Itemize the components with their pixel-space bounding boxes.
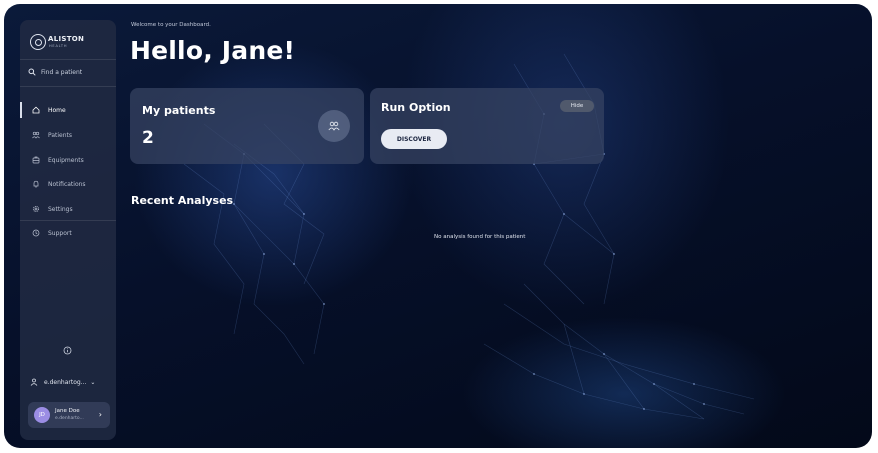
discover-button[interactable]: DISCOVER	[381, 129, 447, 149]
app-window: ALISTON HEALTH Find a patient Home Patie…	[4, 4, 872, 448]
avatar: JD	[34, 407, 50, 423]
sidebar: ALISTON HEALTH Find a patient Home Patie…	[20, 20, 116, 440]
user-name: Jane Doe	[55, 408, 80, 414]
patients-icon	[328, 121, 340, 131]
sidebar-item-settings[interactable]: Settings	[20, 201, 116, 217]
my-patients-card[interactable]: My patients 2	[130, 88, 364, 164]
divider	[20, 86, 116, 87]
account-selector[interactable]: e.denhartog... ⌄	[30, 376, 112, 388]
search-label: Find a patient	[41, 68, 83, 76]
search-icon	[28, 68, 36, 76]
sidebar-item-support[interactable]: Support	[20, 225, 116, 241]
divider	[20, 220, 116, 221]
equipment-icon	[32, 156, 40, 164]
empty-state-message: No analysis found for this patient	[434, 234, 526, 240]
sidebar-item-label: Support	[48, 229, 72, 237]
background-network-image	[183, 53, 755, 420]
patients-icon-badge	[318, 110, 350, 142]
sidebar-item-label: Notifications	[48, 180, 86, 188]
patients-icon	[32, 131, 40, 139]
find-patient-search[interactable]: Find a patient	[28, 65, 108, 79]
recent-analyses-heading: Recent Analyses	[131, 194, 234, 207]
chevron-down-icon: ⌄	[90, 378, 96, 386]
user-profile-card[interactable]: JD Jane Doe e.denharto... ›	[28, 402, 110, 428]
brand-logo[interactable]: ALISTON HEALTH	[30, 34, 110, 54]
sidebar-item-patients[interactable]: Patients	[20, 127, 116, 143]
account-label: e.denhartog...	[44, 378, 87, 386]
info-icon[interactable]	[63, 346, 72, 355]
bell-icon	[33, 180, 39, 188]
sidebar-item-home[interactable]: Home	[20, 102, 116, 118]
chevron-right-icon: ›	[98, 410, 102, 419]
page-title: Hello, Jane!	[130, 36, 296, 65]
divider	[20, 59, 116, 60]
home-icon	[32, 106, 40, 114]
brand-name: ALISTON	[48, 35, 85, 43]
hide-button[interactable]: Hide	[560, 100, 594, 112]
sidebar-item-notifications[interactable]: Notifications	[20, 176, 116, 192]
sidebar-item-equipments[interactable]: Equipments	[20, 152, 116, 168]
card-title: Run Option	[381, 101, 451, 114]
gear-icon	[32, 205, 40, 213]
logo-icon	[30, 34, 46, 50]
user-icon	[30, 378, 38, 386]
sidebar-item-label: Equipments	[48, 156, 84, 164]
sidebar-item-label: Settings	[48, 205, 73, 213]
sidebar-item-label: Home	[48, 106, 66, 114]
sidebar-item-label: Patients	[48, 131, 73, 139]
support-icon	[32, 229, 40, 237]
run-option-card: Run Option Hide DISCOVER	[370, 88, 604, 164]
user-email: e.denharto...	[55, 416, 84, 421]
patients-count: 2	[142, 128, 154, 148]
card-title: My patients	[142, 104, 216, 117]
brand-subtitle: HEALTH	[49, 44, 68, 48]
welcome-text: Welcome to your Dashboard.	[131, 22, 211, 28]
